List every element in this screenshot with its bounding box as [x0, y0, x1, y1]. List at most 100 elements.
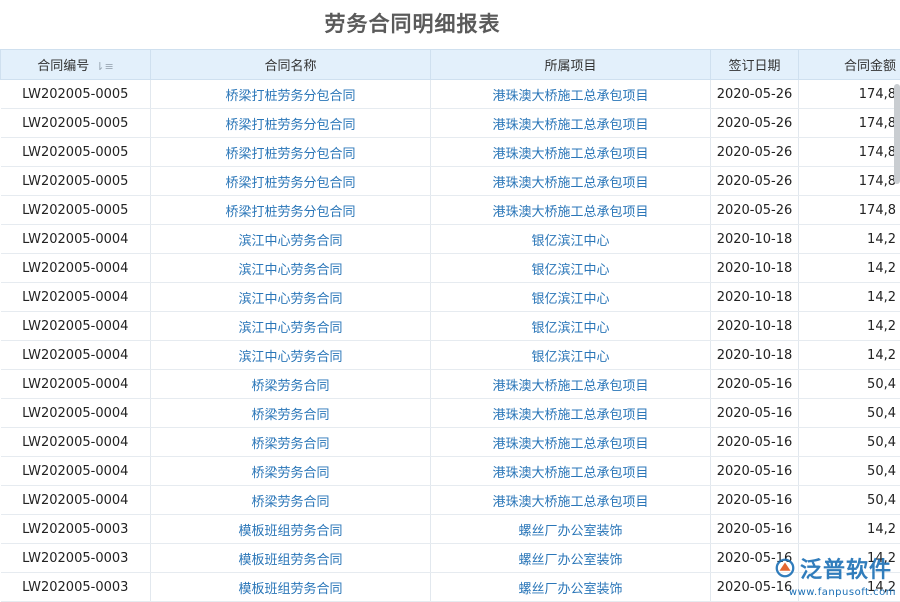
cell-amount: 50,4 [799, 428, 900, 457]
column-header-date[interactable]: 签订日期 [711, 50, 799, 80]
column-header-code[interactable]: 合同编号⇂≡ [1, 50, 151, 80]
cell-contract-name-link[interactable]: 桥梁打桩劳务分包合同 [151, 109, 431, 138]
table-row[interactable]: LW202005-0004滨江中心劳务合同银亿滨江中心2020-10-1814,… [1, 225, 900, 254]
table-row[interactable]: LW202005-0004桥梁劳务合同港珠澳大桥施工总承包项目2020-05-1… [1, 486, 900, 515]
cell-amount: 50,4 [799, 486, 900, 515]
cell-project-link[interactable]: 港珠澳大桥施工总承包项目 [431, 399, 711, 428]
cell-contract-name-link[interactable]: 滨江中心劳务合同 [151, 312, 431, 341]
cell-contract-name-link[interactable]: 滨江中心劳务合同 [151, 254, 431, 283]
cell-contract-name-link[interactable]: 滨江中心劳务合同 [151, 225, 431, 254]
cell-project-link[interactable]: 港珠澳大桥施工总承包项目 [431, 80, 711, 109]
table-row[interactable]: LW202005-0005桥梁打桩劳务分包合同港珠澳大桥施工总承包项目2020-… [1, 196, 900, 225]
table-row[interactable]: LW202005-0003模板班组劳务合同螺丝厂办公室装饰2020-05-161… [1, 573, 900, 602]
watermark-brand: 泛普软件 [800, 552, 892, 584]
contract-table: 合同编号⇂≡ 合同名称 所属项目 签订日期 合同金额 LW202005-0005… [0, 49, 900, 602]
cell-project-link[interactable]: 螺丝厂办公室装饰 [431, 544, 711, 573]
cell-sign-date: 2020-10-18 [711, 312, 799, 341]
cell-contract-name-link[interactable]: 模板班组劳务合同 [151, 544, 431, 573]
cell-amount: 50,4 [799, 457, 900, 486]
cell-contract-code: LW202005-0005 [1, 109, 151, 138]
table-row[interactable]: LW202005-0004桥梁劳务合同港珠澳大桥施工总承包项目2020-05-1… [1, 428, 900, 457]
fanpu-logo-icon [774, 557, 796, 579]
cell-contract-code: LW202005-0004 [1, 312, 151, 341]
table-row[interactable]: LW202005-0005桥梁打桩劳务分包合同港珠澳大桥施工总承包项目2020-… [1, 138, 900, 167]
cell-project-link[interactable]: 港珠澳大桥施工总承包项目 [431, 196, 711, 225]
table-row[interactable]: LW202005-0005桥梁打桩劳务分包合同港珠澳大桥施工总承包项目2020-… [1, 109, 900, 138]
cell-contract-name-link[interactable]: 滨江中心劳务合同 [151, 283, 431, 312]
cell-contract-code: LW202005-0003 [1, 544, 151, 573]
cell-project-link[interactable]: 港珠澳大桥施工总承包项目 [431, 138, 711, 167]
table-row[interactable]: LW202005-0004滨江中心劳务合同银亿滨江中心2020-10-1814,… [1, 283, 900, 312]
cell-contract-code: LW202005-0003 [1, 515, 151, 544]
cell-project-link[interactable]: 港珠澳大桥施工总承包项目 [431, 486, 711, 515]
cell-contract-name-link[interactable]: 桥梁劳务合同 [151, 486, 431, 515]
table-row[interactable]: LW202005-0003模板班组劳务合同螺丝厂办公室装饰2020-05-161… [1, 515, 900, 544]
cell-amount: 174,8 [799, 80, 900, 109]
cell-contract-name-link[interactable]: 桥梁打桩劳务分包合同 [151, 138, 431, 167]
column-header-label: 所属项目 [544, 59, 596, 74]
cell-project-link[interactable]: 银亿滨江中心 [431, 225, 711, 254]
cell-project-link[interactable]: 港珠澳大桥施工总承包项目 [431, 167, 711, 196]
cell-contract-name-link[interactable]: 滨江中心劳务合同 [151, 341, 431, 370]
column-header-amount[interactable]: 合同金额 [799, 50, 900, 80]
cell-amount: 14,2 [799, 341, 900, 370]
table-row[interactable]: LW202005-0004桥梁劳务合同港珠澳大桥施工总承包项目2020-05-1… [1, 399, 900, 428]
cell-contract-code: LW202005-0005 [1, 80, 151, 109]
cell-contract-name-link[interactable]: 桥梁劳务合同 [151, 399, 431, 428]
cell-sign-date: 2020-05-16 [711, 370, 799, 399]
table-row[interactable]: LW202005-0004桥梁劳务合同港珠澳大桥施工总承包项目2020-05-1… [1, 370, 900, 399]
cell-sign-date: 2020-10-18 [711, 283, 799, 312]
cell-contract-code: LW202005-0004 [1, 399, 151, 428]
cell-sign-date: 2020-05-16 [711, 486, 799, 515]
cell-project-link[interactable]: 港珠澳大桥施工总承包项目 [431, 457, 711, 486]
cell-sign-date: 2020-05-26 [711, 167, 799, 196]
column-header-label: 签订日期 [728, 59, 780, 74]
cell-contract-code: LW202005-0004 [1, 225, 151, 254]
watermark: 泛普软件 [774, 552, 892, 584]
cell-project-link[interactable]: 银亿滨江中心 [431, 283, 711, 312]
cell-contract-name-link[interactable]: 桥梁劳务合同 [151, 370, 431, 399]
cell-project-link[interactable]: 螺丝厂办公室装饰 [431, 573, 711, 602]
cell-amount: 14,2 [799, 254, 900, 283]
table-row[interactable]: LW202005-0003模板班组劳务合同螺丝厂办公室装饰2020-05-161… [1, 544, 900, 573]
table-row[interactable]: LW202005-0005桥梁打桩劳务分包合同港珠澳大桥施工总承包项目2020-… [1, 167, 900, 196]
cell-sign-date: 2020-10-18 [711, 341, 799, 370]
cell-amount: 174,8 [799, 109, 900, 138]
column-header-name[interactable]: 合同名称 [151, 50, 431, 80]
table-row[interactable]: LW202005-0005桥梁打桩劳务分包合同港珠澳大桥施工总承包项目2020-… [1, 80, 900, 109]
table-row[interactable]: LW202005-0004桥梁劳务合同港珠澳大桥施工总承包项目2020-05-1… [1, 457, 900, 486]
cell-project-link[interactable]: 银亿滨江中心 [431, 254, 711, 283]
table-row[interactable]: LW202005-0004滨江中心劳务合同银亿滨江中心2020-10-1814,… [1, 254, 900, 283]
sort-desc-icon[interactable]: ⇂≡ [95, 60, 113, 73]
cell-sign-date: 2020-05-16 [711, 515, 799, 544]
cell-project-link[interactable]: 螺丝厂办公室装饰 [431, 515, 711, 544]
cell-contract-name-link[interactable]: 桥梁打桩劳务分包合同 [151, 196, 431, 225]
cell-contract-code: LW202005-0004 [1, 341, 151, 370]
vertical-scrollbar-thumb[interactable] [894, 84, 900, 184]
cell-amount: 14,2 [799, 225, 900, 254]
cell-contract-code: LW202005-0005 [1, 196, 151, 225]
cell-project-link[interactable]: 银亿滨江中心 [431, 312, 711, 341]
table-row[interactable]: LW202005-0004滨江中心劳务合同银亿滨江中心2020-10-1814,… [1, 341, 900, 370]
cell-contract-name-link[interactable]: 桥梁劳务合同 [151, 457, 431, 486]
cell-contract-name-link[interactable]: 模板班组劳务合同 [151, 515, 431, 544]
column-header-project[interactable]: 所属项目 [431, 50, 711, 80]
cell-sign-date: 2020-10-18 [711, 254, 799, 283]
cell-contract-code: LW202005-0004 [1, 428, 151, 457]
cell-project-link[interactable]: 港珠澳大桥施工总承包项目 [431, 109, 711, 138]
cell-project-link[interactable]: 港珠澳大桥施工总承包项目 [431, 428, 711, 457]
cell-contract-name-link[interactable]: 桥梁打桩劳务分包合同 [151, 80, 431, 109]
cell-contract-name-link[interactable]: 模板班组劳务合同 [151, 573, 431, 602]
cell-sign-date: 2020-05-16 [711, 428, 799, 457]
cell-sign-date: 2020-10-18 [711, 225, 799, 254]
cell-contract-name-link[interactable]: 桥梁打桩劳务分包合同 [151, 167, 431, 196]
cell-contract-code: LW202005-0004 [1, 457, 151, 486]
cell-amount: 14,2 [799, 312, 900, 341]
column-header-label: 合同名称 [264, 59, 316, 74]
cell-project-link[interactable]: 港珠澳大桥施工总承包项目 [431, 370, 711, 399]
cell-project-link[interactable]: 银亿滨江中心 [431, 341, 711, 370]
table-row[interactable]: LW202005-0004滨江中心劳务合同银亿滨江中心2020-10-1814,… [1, 312, 900, 341]
cell-amount: 174,8 [799, 138, 900, 167]
cell-contract-name-link[interactable]: 桥梁劳务合同 [151, 428, 431, 457]
cell-amount: 14,2 [799, 515, 900, 544]
